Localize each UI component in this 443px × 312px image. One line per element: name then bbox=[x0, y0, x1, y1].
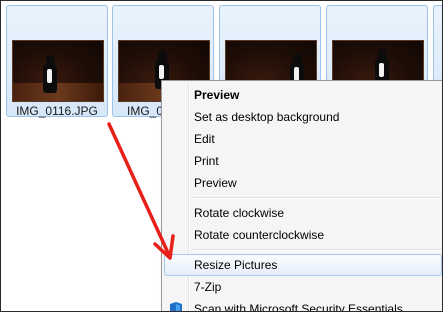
security-shield-icon bbox=[170, 302, 182, 311]
menu-separator bbox=[192, 197, 441, 199]
photo-floor bbox=[13, 83, 103, 101]
menu-item-resize-pictures[interactable]: Resize Pictures bbox=[164, 254, 442, 276]
menu-item-7zip[interactable]: 7-Zip bbox=[164, 276, 442, 298]
menu-item-print[interactable]: Print bbox=[164, 150, 442, 172]
menu-item-rotate-counterclockwise[interactable]: Rotate counterclockwise bbox=[164, 224, 442, 246]
menu-item-edit[interactable]: Edit bbox=[164, 128, 442, 150]
photo-preview bbox=[12, 40, 104, 102]
menu-item-preview-default[interactable]: Preview bbox=[164, 84, 442, 106]
menu-item-set-desktop-background[interactable]: Set as desktop background bbox=[164, 106, 442, 128]
dog-figure bbox=[43, 55, 57, 93]
menu-item-rotate-clockwise[interactable]: Rotate clockwise bbox=[164, 202, 442, 224]
context-menu: Preview Set as desktop background Edit P… bbox=[161, 80, 442, 312]
menu-item-scan-security-essentials[interactable]: Scan with Microsoft Security Essentials bbox=[164, 298, 442, 312]
explorer-window: IMG_0116.JPG IMG_0 Preview Set as deskto… bbox=[0, 0, 443, 312]
menu-item-preview[interactable]: Preview bbox=[164, 172, 442, 194]
thumbnail-label: IMG_0116.JPG bbox=[16, 104, 98, 118]
menu-separator bbox=[192, 249, 441, 251]
menu-item-label: Scan with Microsoft Security Essentials bbox=[194, 302, 403, 312]
thumbnail-img-0116[interactable]: IMG_0116.JPG bbox=[6, 5, 108, 118]
